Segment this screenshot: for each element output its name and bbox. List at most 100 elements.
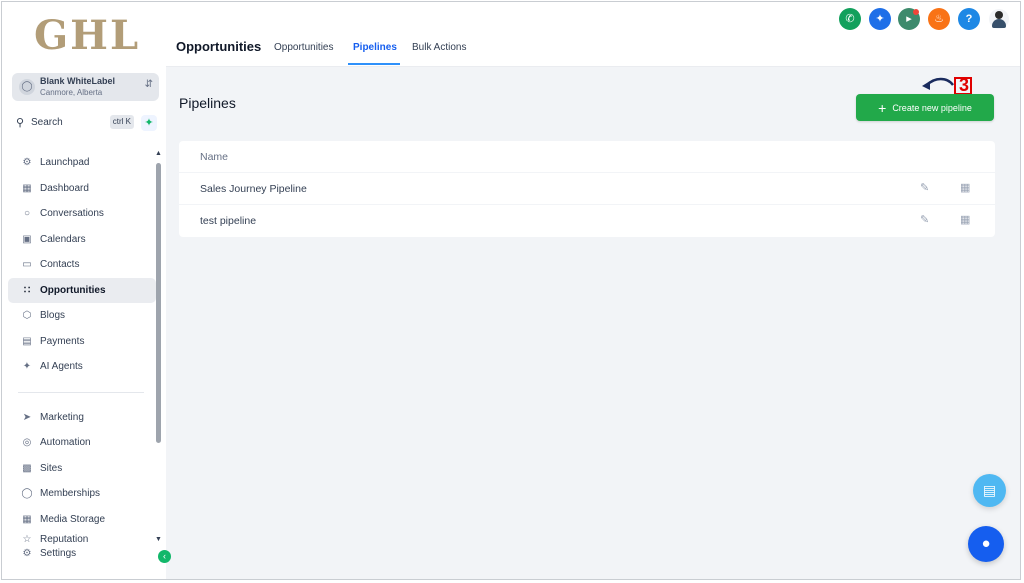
sidebar-item-label: Settings: [40, 548, 77, 559]
plus-icon: +: [878, 99, 887, 116]
sparkles-icon: ✦: [22, 361, 32, 373]
create-button-label: Create new pipeline: [892, 102, 972, 113]
sidebar-item-marketing[interactable]: ➤ Marketing: [8, 405, 156, 431]
opportunities-icon: ∷: [23, 284, 31, 296]
main-content: Pipelines 3 + Create new pipeline Name S…: [166, 67, 1020, 579]
pencil-icon[interactable]: ✎: [920, 181, 929, 194]
badge-icon: ◯: [21, 488, 33, 500]
account-location: Canmore, Alberta: [40, 88, 103, 97]
search-label: Search: [31, 117, 63, 128]
rocket-icon: ⚙: [22, 157, 32, 169]
page-title: Pipelines: [179, 95, 236, 111]
chat-widget-button[interactable]: ●: [968, 526, 1004, 562]
scroll-down-arrow-icon[interactable]: ▼: [155, 536, 162, 543]
sidebar-item-payments[interactable]: ▤ Payments: [8, 329, 156, 355]
app-window: GHL ◯ Blank WhiteLabel Canmore, Alberta …: [1, 1, 1021, 580]
sidebar-item-label: Dashboard: [40, 182, 89, 194]
sidebar-item-sites[interactable]: ▩ Sites: [8, 456, 156, 482]
page-section-title: Opportunities: [176, 39, 262, 54]
step-marker: 3: [953, 75, 975, 95]
chat-bubble-icon: ○: [23, 208, 31, 220]
ai-sparkle-button[interactable]: ✦: [141, 115, 157, 131]
dashboard-icon: ▦: [22, 182, 32, 194]
search-icon: ⚲: [16, 117, 25, 129]
sidebar-item-opportunities[interactable]: ∷ Opportunities: [8, 277, 156, 303]
pipeline-name[interactable]: test pipeline: [200, 215, 256, 227]
sidebar-item-label: Opportunities: [40, 284, 106, 296]
scroll-up-arrow-icon[interactable]: ▲: [155, 150, 162, 157]
sidebar-item-dashboard[interactable]: ▦ Dashboard: [8, 176, 156, 202]
user-avatar[interactable]: [989, 9, 1009, 29]
sidebar-item-label: Blogs: [40, 310, 66, 322]
table-row[interactable]: Sales Journey Pipeline ✎ ▦: [179, 172, 995, 204]
sidebar-item-label: Marketing: [40, 411, 84, 423]
sidebar-item-label: Memberships: [40, 488, 101, 500]
sidebar-item-conversations[interactable]: ○ Conversations: [8, 201, 156, 227]
sidebar-item-ai-agents[interactable]: ✦ AI Agents: [8, 354, 156, 380]
sidebar-item-label: Media Storage: [40, 513, 106, 525]
account-switcher[interactable]: ◯ Blank WhiteLabel Canmore, Alberta ⇵: [12, 73, 159, 101]
account-name: Blank WhiteLabel: [40, 76, 116, 86]
sidebar-item-label: AI Agents: [40, 361, 83, 373]
sidebar: GHL ◯ Blank WhiteLabel Canmore, Alberta …: [2, 2, 167, 579]
notification-dot: [913, 9, 919, 15]
sidebar-nav: ⚙ Launchpad ▦ Dashboard ○ Conversations …: [8, 150, 156, 560]
sidebar-item-reputation[interactable]: ☆ Reputation: [8, 532, 156, 547]
sidebar-item-launchpad[interactable]: ⚙ Launchpad: [8, 150, 156, 176]
top-header: Opportunities Opportunities Pipelines Bu…: [166, 2, 1020, 67]
sidebar-item-blogs[interactable]: ⬡ Blogs: [8, 303, 156, 329]
brand-logo[interactable]: GHL: [34, 12, 140, 59]
cube-icon: ⬡: [22, 310, 32, 322]
gear-icon: ⚙: [22, 548, 32, 559]
sidebar-item-label: Automation: [40, 437, 91, 449]
account-avatar-icon: ◯: [19, 79, 35, 95]
sidebar-scrollbar[interactable]: [156, 163, 161, 443]
contact-card-icon: ▭: [22, 259, 32, 271]
sidebar-divider: [18, 391, 144, 393]
sidebar-item-label: Conversations: [40, 208, 104, 220]
sidebar-item-settings[interactable]: ⚙ Settings: [8, 547, 156, 560]
sites-icon: ▩: [22, 462, 32, 474]
sidebar-item-contacts[interactable]: ▭ Contacts: [8, 252, 156, 278]
sidebar-item-label: Calendars: [40, 233, 86, 245]
sidebar-item-label: Contacts: [40, 259, 80, 271]
magic-wand-icon[interactable]: ✦: [869, 8, 891, 30]
trash-icon[interactable]: ▦: [960, 213, 970, 226]
sidebar-item-media-storage[interactable]: ▦ Media Storage: [8, 507, 156, 533]
table-row[interactable]: test pipeline ✎ ▦: [179, 204, 995, 236]
search-shortcut: ctrl K: [109, 115, 134, 129]
sidebar-item-automation[interactable]: ◎ Automation: [8, 430, 156, 456]
trash-icon[interactable]: ▦: [960, 181, 970, 194]
star-icon: ☆: [22, 534, 32, 545]
tab-pipelines[interactable]: Pipelines: [353, 42, 397, 53]
avatar-body: [992, 19, 1006, 28]
sidebar-item-calendars[interactable]: ▣ Calendars: [8, 227, 156, 253]
sidebar-item-label: Reputation: [40, 534, 89, 545]
tab-opportunities[interactable]: Opportunities: [274, 42, 333, 53]
active-tab-indicator: [348, 63, 400, 65]
image-icon: ▦: [22, 513, 32, 525]
sidebar-item-label: Launchpad: [40, 157, 90, 169]
bell-icon[interactable]: ♨: [928, 8, 950, 30]
sidebar-item-label: Payments: [40, 335, 85, 347]
pipeline-name[interactable]: Sales Journey Pipeline: [200, 183, 307, 195]
step-marker-number: 3: [958, 75, 969, 95]
pencil-icon[interactable]: ✎: [920, 213, 929, 226]
curved-arrow-icon: [922, 77, 954, 90]
column-header-name: Name: [200, 151, 229, 163]
automation-icon: ◎: [22, 437, 32, 449]
sidebar-item-label: Sites: [40, 462, 63, 474]
search-box[interactable]: ⚲ Search ctrl K: [12, 113, 134, 133]
send-icon: ➤: [22, 411, 32, 423]
phone-icon[interactable]: ✆: [839, 8, 861, 30]
collapse-sidebar-button[interactable]: ‹: [158, 550, 171, 563]
receipt-icon: ▤: [22, 335, 32, 347]
feedback-button[interactable]: ▤: [973, 474, 1006, 507]
calendar-icon: ▣: [22, 233, 32, 245]
sidebar-item-memberships[interactable]: ◯ Memberships: [8, 481, 156, 507]
chevron-up-down-icon: ⇵: [144, 79, 153, 90]
megaphone-icon[interactable]: ▸: [898, 8, 920, 30]
create-new-pipeline-button[interactable]: + Create new pipeline: [856, 94, 994, 121]
tab-bulk-actions[interactable]: Bulk Actions: [412, 42, 466, 53]
help-icon[interactable]: ?: [958, 8, 980, 30]
